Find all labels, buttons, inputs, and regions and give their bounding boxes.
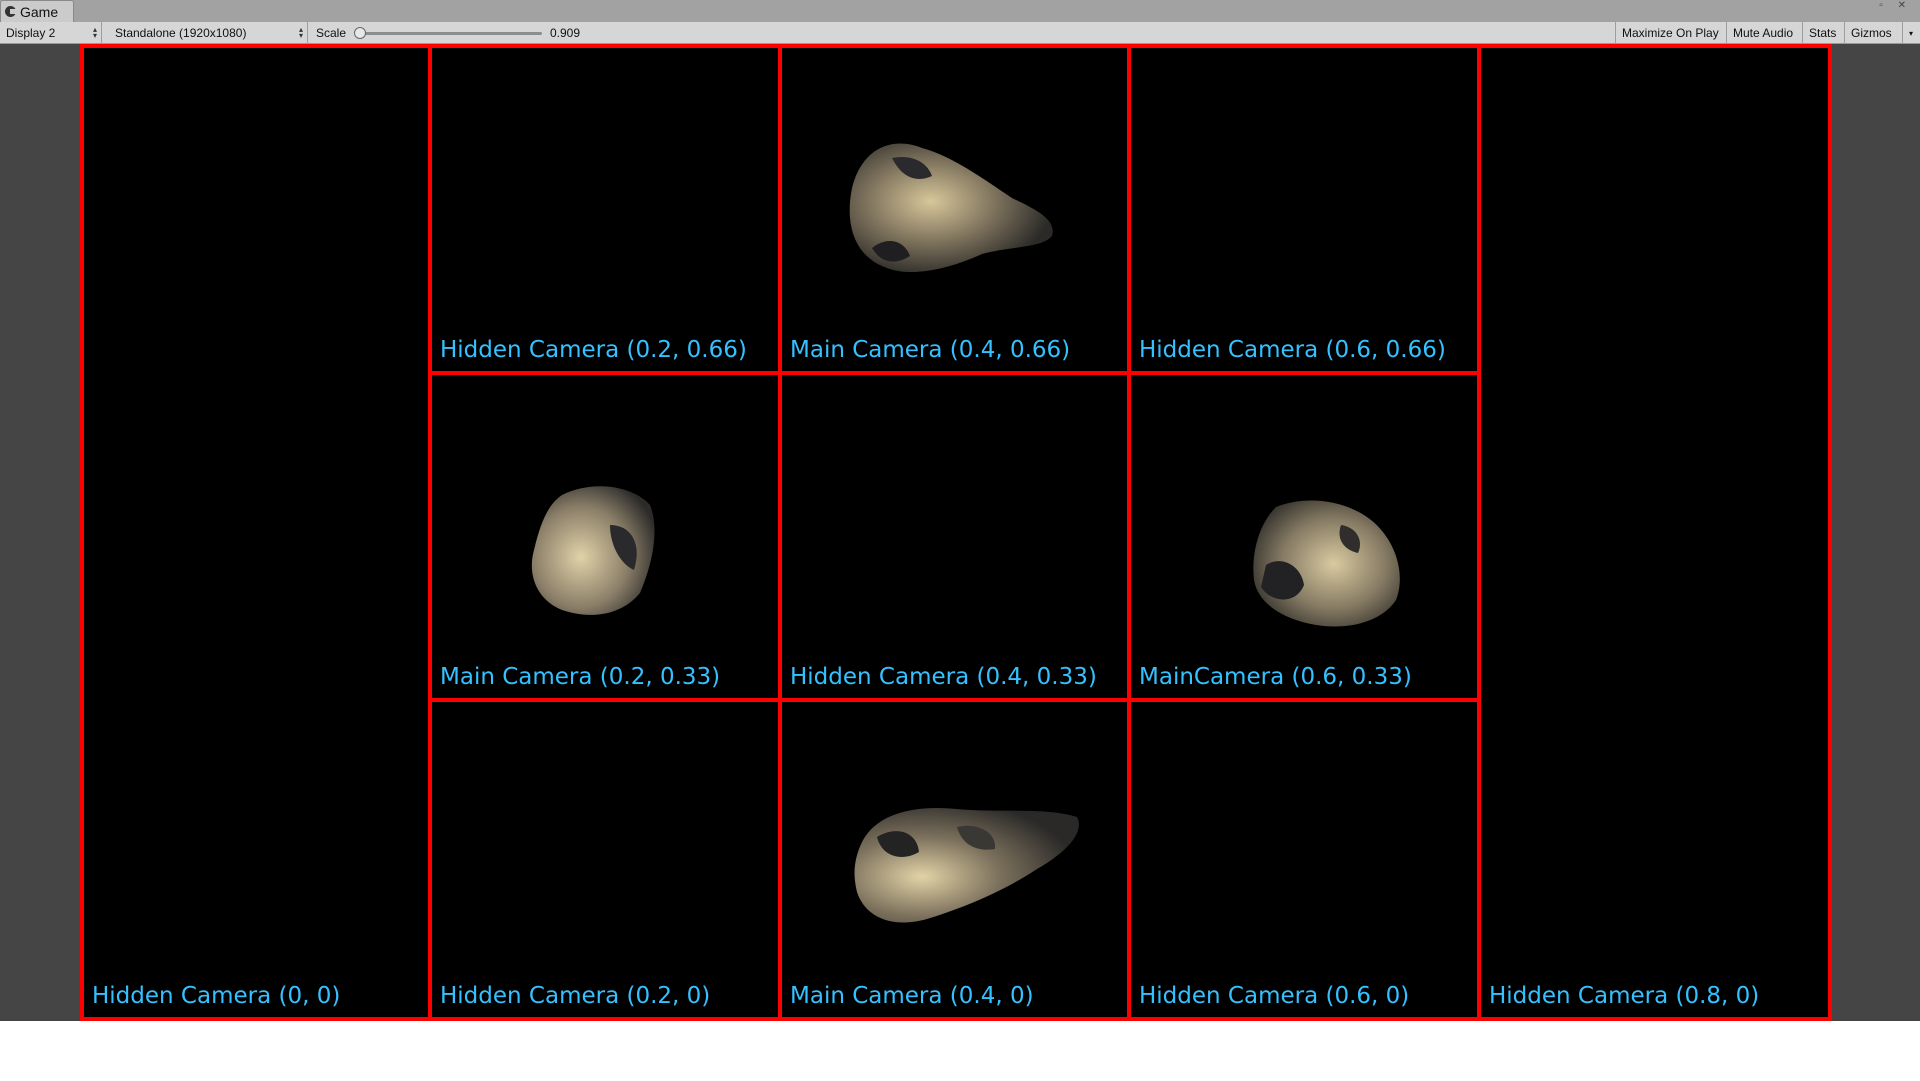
camera-label: Hidden Camera (0.8, 0) [1489, 983, 1760, 1009]
camera-label: Main Camera (0.4, 0) [790, 983, 1034, 1009]
camera-cell-0.2-0.33: Main Camera (0.2, 0.33) [428, 371, 782, 702]
window-controls[interactable]: ▫ ✕ [1879, 0, 1912, 11]
gizmos-label: Gizmos [1851, 26, 1892, 40]
camera-cell-0.2-0: Hidden Camera (0.2, 0) [428, 698, 782, 1021]
camera-cell-0.6-0.33: MainCamera (0.6, 0.33) [1127, 371, 1481, 702]
rock-artifact-icon [849, 143, 1053, 273]
camera-cell-0.6-0.66: Hidden Camera (0.6, 0.66) [1127, 44, 1481, 375]
camera-label: Main Camera (0.4, 0.66) [790, 337, 1071, 363]
camera-label: Hidden Camera (0.6, 0.66) [1139, 337, 1446, 363]
resolution-dropdown[interactable]: Standalone (1920x1080) ▴ ▾ [102, 22, 308, 44]
camera-cell-0.2-0.66: Hidden Camera (0.2, 0.66) [428, 44, 782, 375]
maximize-on-play-button[interactable]: Maximize On Play [1615, 22, 1727, 44]
game-render: Hidden Camera (0, 0) Hidden Camera (0.2,… [80, 44, 1832, 1021]
camera-cell-0.4-0: Main Camera (0.4, 0) [778, 698, 1131, 1021]
mute-audio-button[interactable]: Mute Audio [1727, 22, 1803, 44]
display-label: Display 2 [6, 26, 56, 40]
scale-value: 0.909 [550, 26, 581, 40]
camera-label: Hidden Camera (0, 0) [92, 983, 341, 1009]
scale-label: Scale [316, 26, 347, 40]
tab-bar: Game ▫ ✕ [0, 0, 1920, 22]
rock-artifact-icon [1253, 500, 1400, 627]
camera-label: Hidden Camera (0.4, 0.33) [790, 664, 1097, 690]
stats-button[interactable]: Stats [1803, 22, 1845, 44]
tab-title: Game [20, 3, 59, 20]
dropdown-arrows-icon: ▴ ▾ [298, 25, 303, 40]
camera-label: Hidden Camera (0.2, 0) [440, 983, 711, 1009]
gizmos-button[interactable]: Gizmos [1845, 22, 1903, 44]
scale-slider[interactable] [356, 32, 542, 35]
display-dropdown[interactable]: Display 2 ▴ ▾ [0, 22, 102, 44]
maximize-label: Maximize On Play [1622, 26, 1719, 40]
rock-artifact-icon [854, 807, 1079, 923]
scale-value-box: 0.909 [544, 22, 586, 44]
camera-cell-0.4-0.66: Main Camera (0.4, 0.66) [778, 44, 1131, 375]
dropdown-arrows-icon: ▴ ▾ [92, 25, 97, 40]
mute-label: Mute Audio [1733, 26, 1794, 40]
camera-cell-0.6-0: Hidden Camera (0.6, 0) [1127, 698, 1481, 1021]
camera-label: Main Camera (0.2, 0.33) [440, 664, 721, 690]
chevron-down-icon: ▾ [1909, 28, 1914, 38]
game-viewport: Hidden Camera (0, 0) Hidden Camera (0.2,… [0, 44, 1920, 1021]
resolution-label: Standalone (1920x1080) [115, 26, 247, 40]
tab-game[interactable]: Game [0, 0, 74, 22]
camera-cell-0-0: Hidden Camera (0, 0) [80, 44, 432, 1021]
scale-slider-handle[interactable] [354, 27, 366, 39]
rock-artifact-icon [531, 486, 655, 615]
game-toolbar: Display 2 ▴ ▾ Standalone (1920x1080) ▴ ▾ S… [0, 22, 1920, 44]
camera-label: Hidden Camera (0.2, 0.66) [440, 337, 747, 363]
game-icon [5, 6, 16, 17]
stats-label: Stats [1809, 26, 1837, 40]
camera-label: Hidden Camera (0.6, 0) [1139, 983, 1410, 1009]
camera-label: MainCamera (0.6, 0.33) [1139, 664, 1412, 690]
gizmos-dropdown[interactable]: ▾ [1903, 22, 1920, 44]
camera-cell-0.4-0.33: Hidden Camera (0.4, 0.33) [778, 371, 1131, 702]
camera-cell-0.8-0: Hidden Camera (0.8, 0) [1477, 44, 1832, 1021]
